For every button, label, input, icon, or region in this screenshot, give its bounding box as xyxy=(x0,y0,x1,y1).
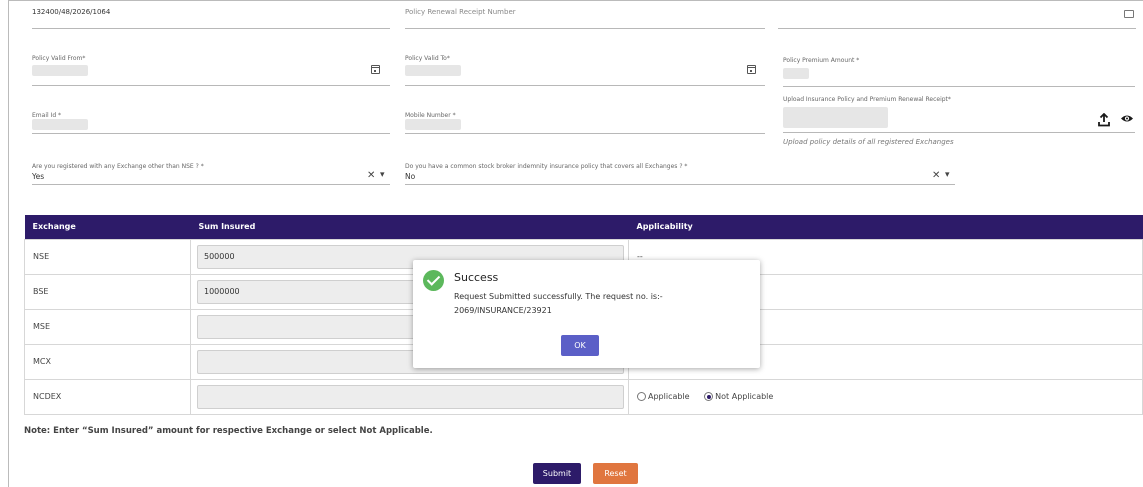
clear-icon[interactable]: ✕ xyxy=(932,170,940,181)
underline xyxy=(778,28,1136,29)
policy-valid-from-input[interactable] xyxy=(32,65,88,76)
ok-button[interactable]: OK xyxy=(561,335,599,356)
policy-valid-to-field: Policy Valid To* xyxy=(405,55,450,62)
calendar-icon[interactable] xyxy=(747,65,756,74)
policy-premium-input[interactable] xyxy=(783,68,809,79)
policy-valid-from-label: Policy Valid From* xyxy=(32,55,86,62)
email-field: Email Id * xyxy=(32,112,61,119)
upload-label: Upload Insurance Policy and Premium Rene… xyxy=(783,96,951,103)
dialog-request-number: 2069/INSURANCE/23921 xyxy=(454,306,552,315)
radio-applicable[interactable] xyxy=(637,392,646,401)
exchange-cell: MCX xyxy=(24,343,191,380)
upload-field: Upload Insurance Policy and Premium Rene… xyxy=(783,96,951,103)
eye-icon[interactable] xyxy=(1120,114,1134,123)
sum-insured-input[interactable] xyxy=(197,384,624,409)
note-text: Note: Enter “Sum Insured” amount for res… xyxy=(24,426,433,436)
underline xyxy=(405,133,765,134)
underline xyxy=(783,86,1135,87)
calendar-icon[interactable] xyxy=(371,65,380,74)
underline xyxy=(32,28,390,29)
mobile-input[interactable] xyxy=(405,119,461,130)
upload-hint: Upload policy details of all registered … xyxy=(783,138,954,146)
email-label: Email Id * xyxy=(32,112,62,119)
policy-premium-field: Policy Premium Amount * xyxy=(783,57,859,64)
underline xyxy=(783,132,1135,133)
exchange-cell: NSE xyxy=(24,238,191,275)
dialog-message: Request Submitted successfully. The requ… xyxy=(454,292,663,301)
submit-button[interactable]: Submit xyxy=(533,463,581,484)
reset-button[interactable]: Reset xyxy=(593,463,638,484)
exchange-cell: MSE xyxy=(24,308,191,345)
registered-other-value[interactable]: Yes xyxy=(32,172,44,181)
underline xyxy=(405,28,765,29)
receipt-number-label: Policy Renewal Receipt Number xyxy=(405,8,516,16)
receipt-number-field[interactable]: Policy Renewal Receipt Number xyxy=(405,8,516,16)
clear-icon[interactable]: ✕ xyxy=(367,170,375,181)
top-left-field[interactable]: 132400/48/2026/1064 xyxy=(32,8,110,16)
underline xyxy=(32,85,390,86)
table-header-row: Exchange Sum Insured Applicability xyxy=(24,215,1143,239)
email-input[interactable] xyxy=(32,119,88,130)
exchange-cell: NCDEX xyxy=(24,378,191,415)
underline xyxy=(405,85,765,86)
upload-filename-box xyxy=(783,107,888,128)
success-dialog: Success Request Submitted successfully. … xyxy=(413,260,760,368)
not-applicable-label: Not Applicable xyxy=(715,392,774,401)
registration-number-value: 132400/48/2026/1064 xyxy=(32,8,111,16)
common-broker-field: Do you have a common stock broker indemn… xyxy=(405,163,687,170)
chevron-down-icon[interactable]: ▾ xyxy=(945,170,950,180)
mobile-label: Mobile Number * xyxy=(405,112,456,119)
calendar-icon[interactable] xyxy=(1124,10,1134,18)
underline xyxy=(405,184,955,185)
policy-valid-to-input[interactable] xyxy=(405,65,461,76)
registered-other-field: Are you registered with any Exchange oth… xyxy=(32,163,204,170)
policy-valid-from-field: Policy Valid From* xyxy=(32,55,85,62)
column-header: Exchange xyxy=(24,215,191,239)
common-broker-value[interactable]: No xyxy=(405,172,415,181)
chevron-down-icon[interactable]: ▾ xyxy=(380,170,385,180)
mobile-field: Mobile Number * xyxy=(405,112,456,119)
underline xyxy=(32,184,390,185)
common-broker-label: Do you have a common stock broker indemn… xyxy=(405,163,688,170)
registered-other-label: Are you registered with any Exchange oth… xyxy=(32,163,204,170)
applicable-label: Applicable xyxy=(648,392,690,401)
radio-not-applicable[interactable] xyxy=(704,392,714,401)
applicability-cell: Applicable Not Applicable xyxy=(628,378,1143,415)
dialog-title: Success xyxy=(454,271,499,284)
column-header: Sum Insured xyxy=(190,215,629,239)
check-circle-icon xyxy=(423,270,444,291)
column-header: Applicability xyxy=(628,215,1143,239)
underline xyxy=(32,133,390,134)
exchange-cell: BSE xyxy=(24,273,191,310)
policy-valid-to-label: Policy Valid To* xyxy=(405,55,450,62)
upload-icon[interactable] xyxy=(1098,113,1110,127)
table-row: NCDEX Applicable Not Applicable xyxy=(24,378,1143,415)
policy-premium-label: Policy Premium Amount * xyxy=(783,57,860,64)
